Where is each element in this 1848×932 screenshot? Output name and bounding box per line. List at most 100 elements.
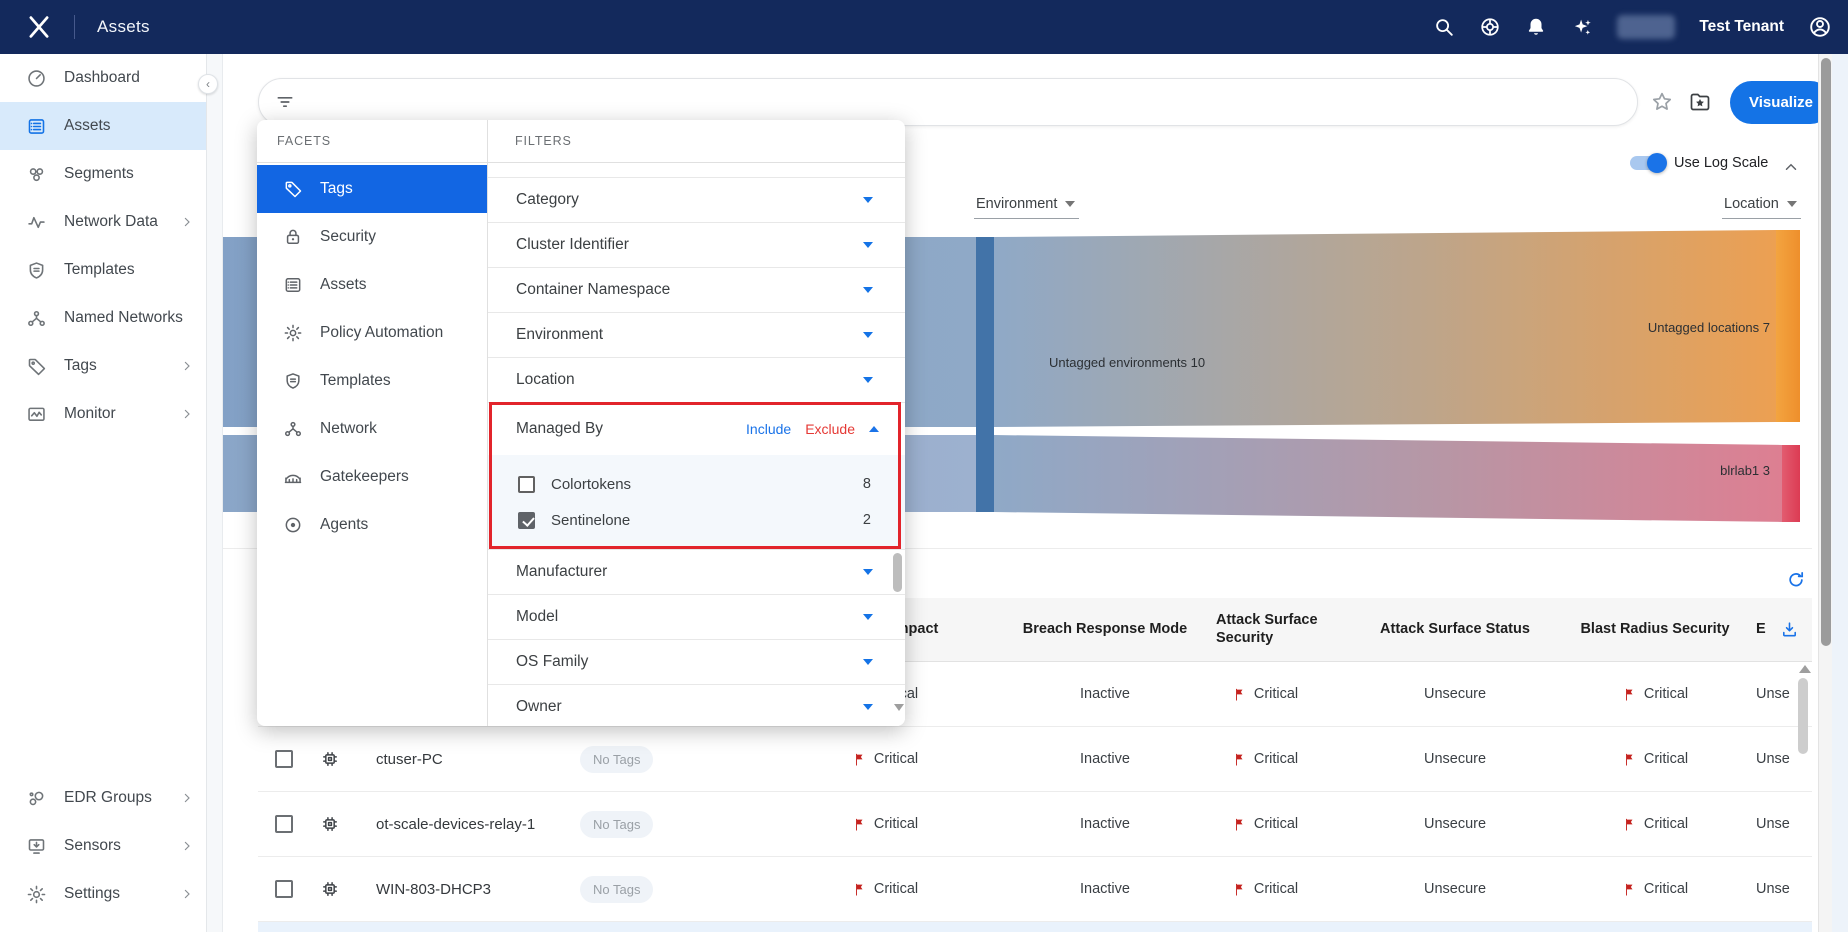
facet-item-templates[interactable]: Templates (257, 357, 487, 405)
include-button[interactable]: Include (746, 421, 791, 437)
help-icon[interactable] (1479, 16, 1501, 38)
facet-label: Gatekeepers (320, 468, 409, 486)
table-row[interactable]: ot-scale-devices-relay-1No TagsCriticalI… (258, 792, 1812, 857)
facet-item-network[interactable]: Network (257, 405, 487, 453)
table-scrollbar-thumb[interactable] (1798, 678, 1808, 754)
log-scale-toggle[interactable] (1630, 156, 1664, 170)
brand-logo-icon (24, 12, 54, 42)
filter-row-container-namespace[interactable]: Container Namespace (488, 268, 905, 313)
facet-item-assets[interactable]: Assets (257, 261, 487, 309)
chevron-right-icon (180, 791, 194, 805)
table-row-partial[interactable] (258, 922, 1812, 932)
filter-row-manufacturer[interactable]: Manufacturer (488, 550, 905, 595)
facet-label: Agents (320, 516, 368, 534)
chevron-up-icon[interactable] (869, 426, 879, 432)
facet-item-gatekeepers[interactable]: Gatekeepers (257, 453, 487, 501)
table-row[interactable]: WIN-803-DHCP3No TagsCriticalInactiveCrit… (258, 857, 1812, 922)
sankey-node-location-bottom[interactable] (1782, 445, 1800, 522)
sidebar-item-tags[interactable]: Tags (0, 342, 206, 390)
option-checkbox[interactable] (518, 476, 535, 493)
refresh-icon[interactable] (1786, 570, 1806, 590)
column-header-attack_surface_status[interactable]: Attack Surface Status (1330, 621, 1580, 638)
favorite-star-icon[interactable] (1650, 90, 1674, 114)
right-axis-dropdown[interactable]: Location (1722, 194, 1801, 219)
filter-row-owner[interactable]: Owner (488, 685, 905, 726)
sidebar-item-monitor[interactable]: Monitor (0, 390, 206, 438)
filter-search-bar[interactable] (258, 78, 1638, 126)
asset-name[interactable]: WIN-803-DHCP3 (350, 881, 491, 898)
filter-icon[interactable] (275, 92, 295, 112)
chevron-up-icon[interactable] (1782, 158, 1800, 176)
facet-item-tags[interactable]: Tags (257, 165, 487, 213)
option-checkbox[interactable] (518, 512, 535, 529)
sankey-flow-bottom[interactable] (994, 433, 1782, 525)
row-checkbox[interactable] (275, 750, 293, 768)
impact-cell: Critical (760, 816, 1010, 832)
row-checkbox[interactable] (275, 880, 293, 898)
option-count: 8 (863, 476, 871, 492)
filter-row-managed-by[interactable]: Managed By Include Exclude (488, 403, 905, 455)
tags-cell: No Tags (580, 811, 760, 838)
sankey-node-environment[interactable] (976, 237, 994, 512)
filter-option-colortokens[interactable]: Colortokens8 (488, 466, 905, 502)
asset-name[interactable]: ctuser-PC (350, 751, 443, 768)
table-row[interactable]: ctuser-PCNo TagsCriticalInactiveCritical… (258, 727, 1812, 792)
facet-item-agents[interactable]: Agents (257, 501, 487, 549)
sankey-node-location-top[interactable] (1776, 230, 1800, 422)
column-header-attack_surface_security[interactable]: Attack Surface Security (1200, 612, 1330, 647)
visualize-button[interactable]: Visualize (1730, 81, 1832, 124)
asset-name[interactable]: ot-scale-devices-relay-1 (350, 816, 535, 833)
tags-cell: No Tags (580, 876, 760, 903)
download-icon[interactable] (1780, 620, 1799, 639)
sidebar-item-dashboard[interactable]: Dashboard (0, 54, 206, 102)
sidebar-item-sensors[interactable]: Sensors (0, 822, 206, 870)
attack_surface_security-cell: Critical (1200, 816, 1330, 832)
device-icon-cell (310, 879, 350, 899)
filters-scrollbar-thumb[interactable] (893, 553, 902, 592)
sankey-label-source: Untagged environments 10 (1049, 355, 1205, 370)
saved-queries-folder-icon[interactable] (1688, 90, 1712, 114)
search-icon[interactable] (1433, 16, 1455, 38)
sidebar-item-network-data[interactable]: Network Data (0, 198, 206, 246)
column-header-exposure[interactable]: E (1730, 620, 1812, 639)
filter-row-location[interactable]: Location (488, 358, 905, 403)
sidebar-collapse-button[interactable]: ‹ (198, 74, 218, 94)
row-checkbox[interactable] (275, 815, 293, 833)
filter-label: Owner (516, 698, 562, 716)
filter-row-category[interactable]: Category (488, 178, 905, 223)
column-header-blast_radius[interactable]: Blast Radius Security (1580, 621, 1730, 638)
tenant-name: Test Tenant (1699, 18, 1784, 36)
chevron-right-icon (180, 215, 194, 229)
sidebar-item-settings[interactable]: Settings (0, 870, 206, 918)
sidebar-item-assets[interactable]: Assets (0, 102, 206, 150)
lock-icon (283, 227, 303, 247)
filter-option-sentinelone[interactable]: Sentinelone2 (488, 502, 905, 538)
filter-row-os-family[interactable]: OS Family (488, 640, 905, 685)
sidebar-item-segments[interactable]: Segments (0, 150, 206, 198)
nodes-icon (283, 419, 303, 439)
ai-sparkle-icon[interactable] (1571, 16, 1593, 38)
exclude-button[interactable]: Exclude (805, 421, 855, 437)
facet-item-policy-automation[interactable]: Policy Automation (257, 309, 487, 357)
chevron-down-icon (863, 704, 873, 710)
sidebar-item-label: Sensors (64, 837, 121, 855)
page-scrollbar[interactable] (1818, 54, 1832, 932)
filter-row-cluster-identifier[interactable]: Cluster Identifier (488, 223, 905, 268)
bridge-icon (283, 467, 303, 487)
table-scroll-up-icon[interactable] (1799, 665, 1811, 673)
facet-item-security[interactable]: Security (257, 213, 487, 261)
left-axis-dropdown[interactable]: Environment (974, 194, 1079, 219)
segments-icon (26, 164, 47, 185)
notifications-icon[interactable] (1525, 16, 1547, 38)
filters-scroll-down-icon[interactable] (894, 704, 904, 711)
filter-label: Environment (516, 326, 603, 344)
account-icon[interactable] (1808, 15, 1832, 39)
filter-row-environment[interactable]: Environment (488, 313, 905, 358)
sidebar-item-templates[interactable]: Templates (0, 246, 206, 294)
sidebar-item-edr-groups[interactable]: EDR Groups (0, 774, 206, 822)
sidebar-item-named-networks[interactable]: Named Networks (0, 294, 206, 342)
column-header-breach[interactable]: Breach Response Mode (1010, 621, 1200, 638)
filter-row-model[interactable]: Model (488, 595, 905, 640)
page-scrollbar-thumb[interactable] (1821, 58, 1831, 646)
right-axis-label: Location (1724, 196, 1779, 212)
